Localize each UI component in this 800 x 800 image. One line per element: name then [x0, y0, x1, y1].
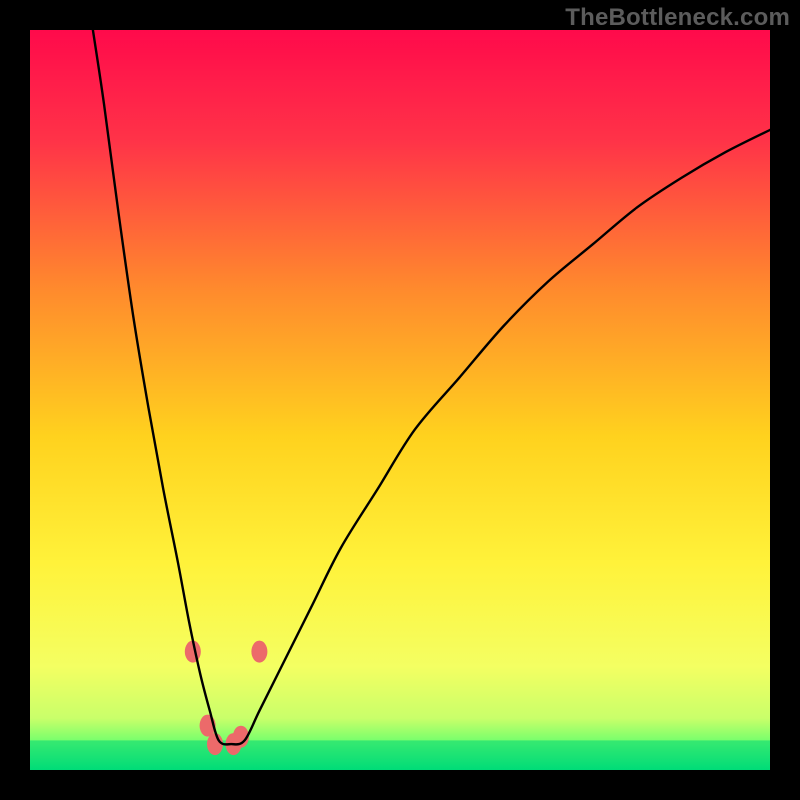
plot-area: [30, 30, 770, 770]
green-band: [30, 740, 770, 770]
gradient-background: [30, 30, 770, 770]
chart-svg: [30, 30, 770, 770]
chart-frame: TheBottleneck.com: [0, 0, 800, 800]
highlight-marker: [251, 641, 267, 663]
watermark-text: TheBottleneck.com: [565, 4, 790, 32]
